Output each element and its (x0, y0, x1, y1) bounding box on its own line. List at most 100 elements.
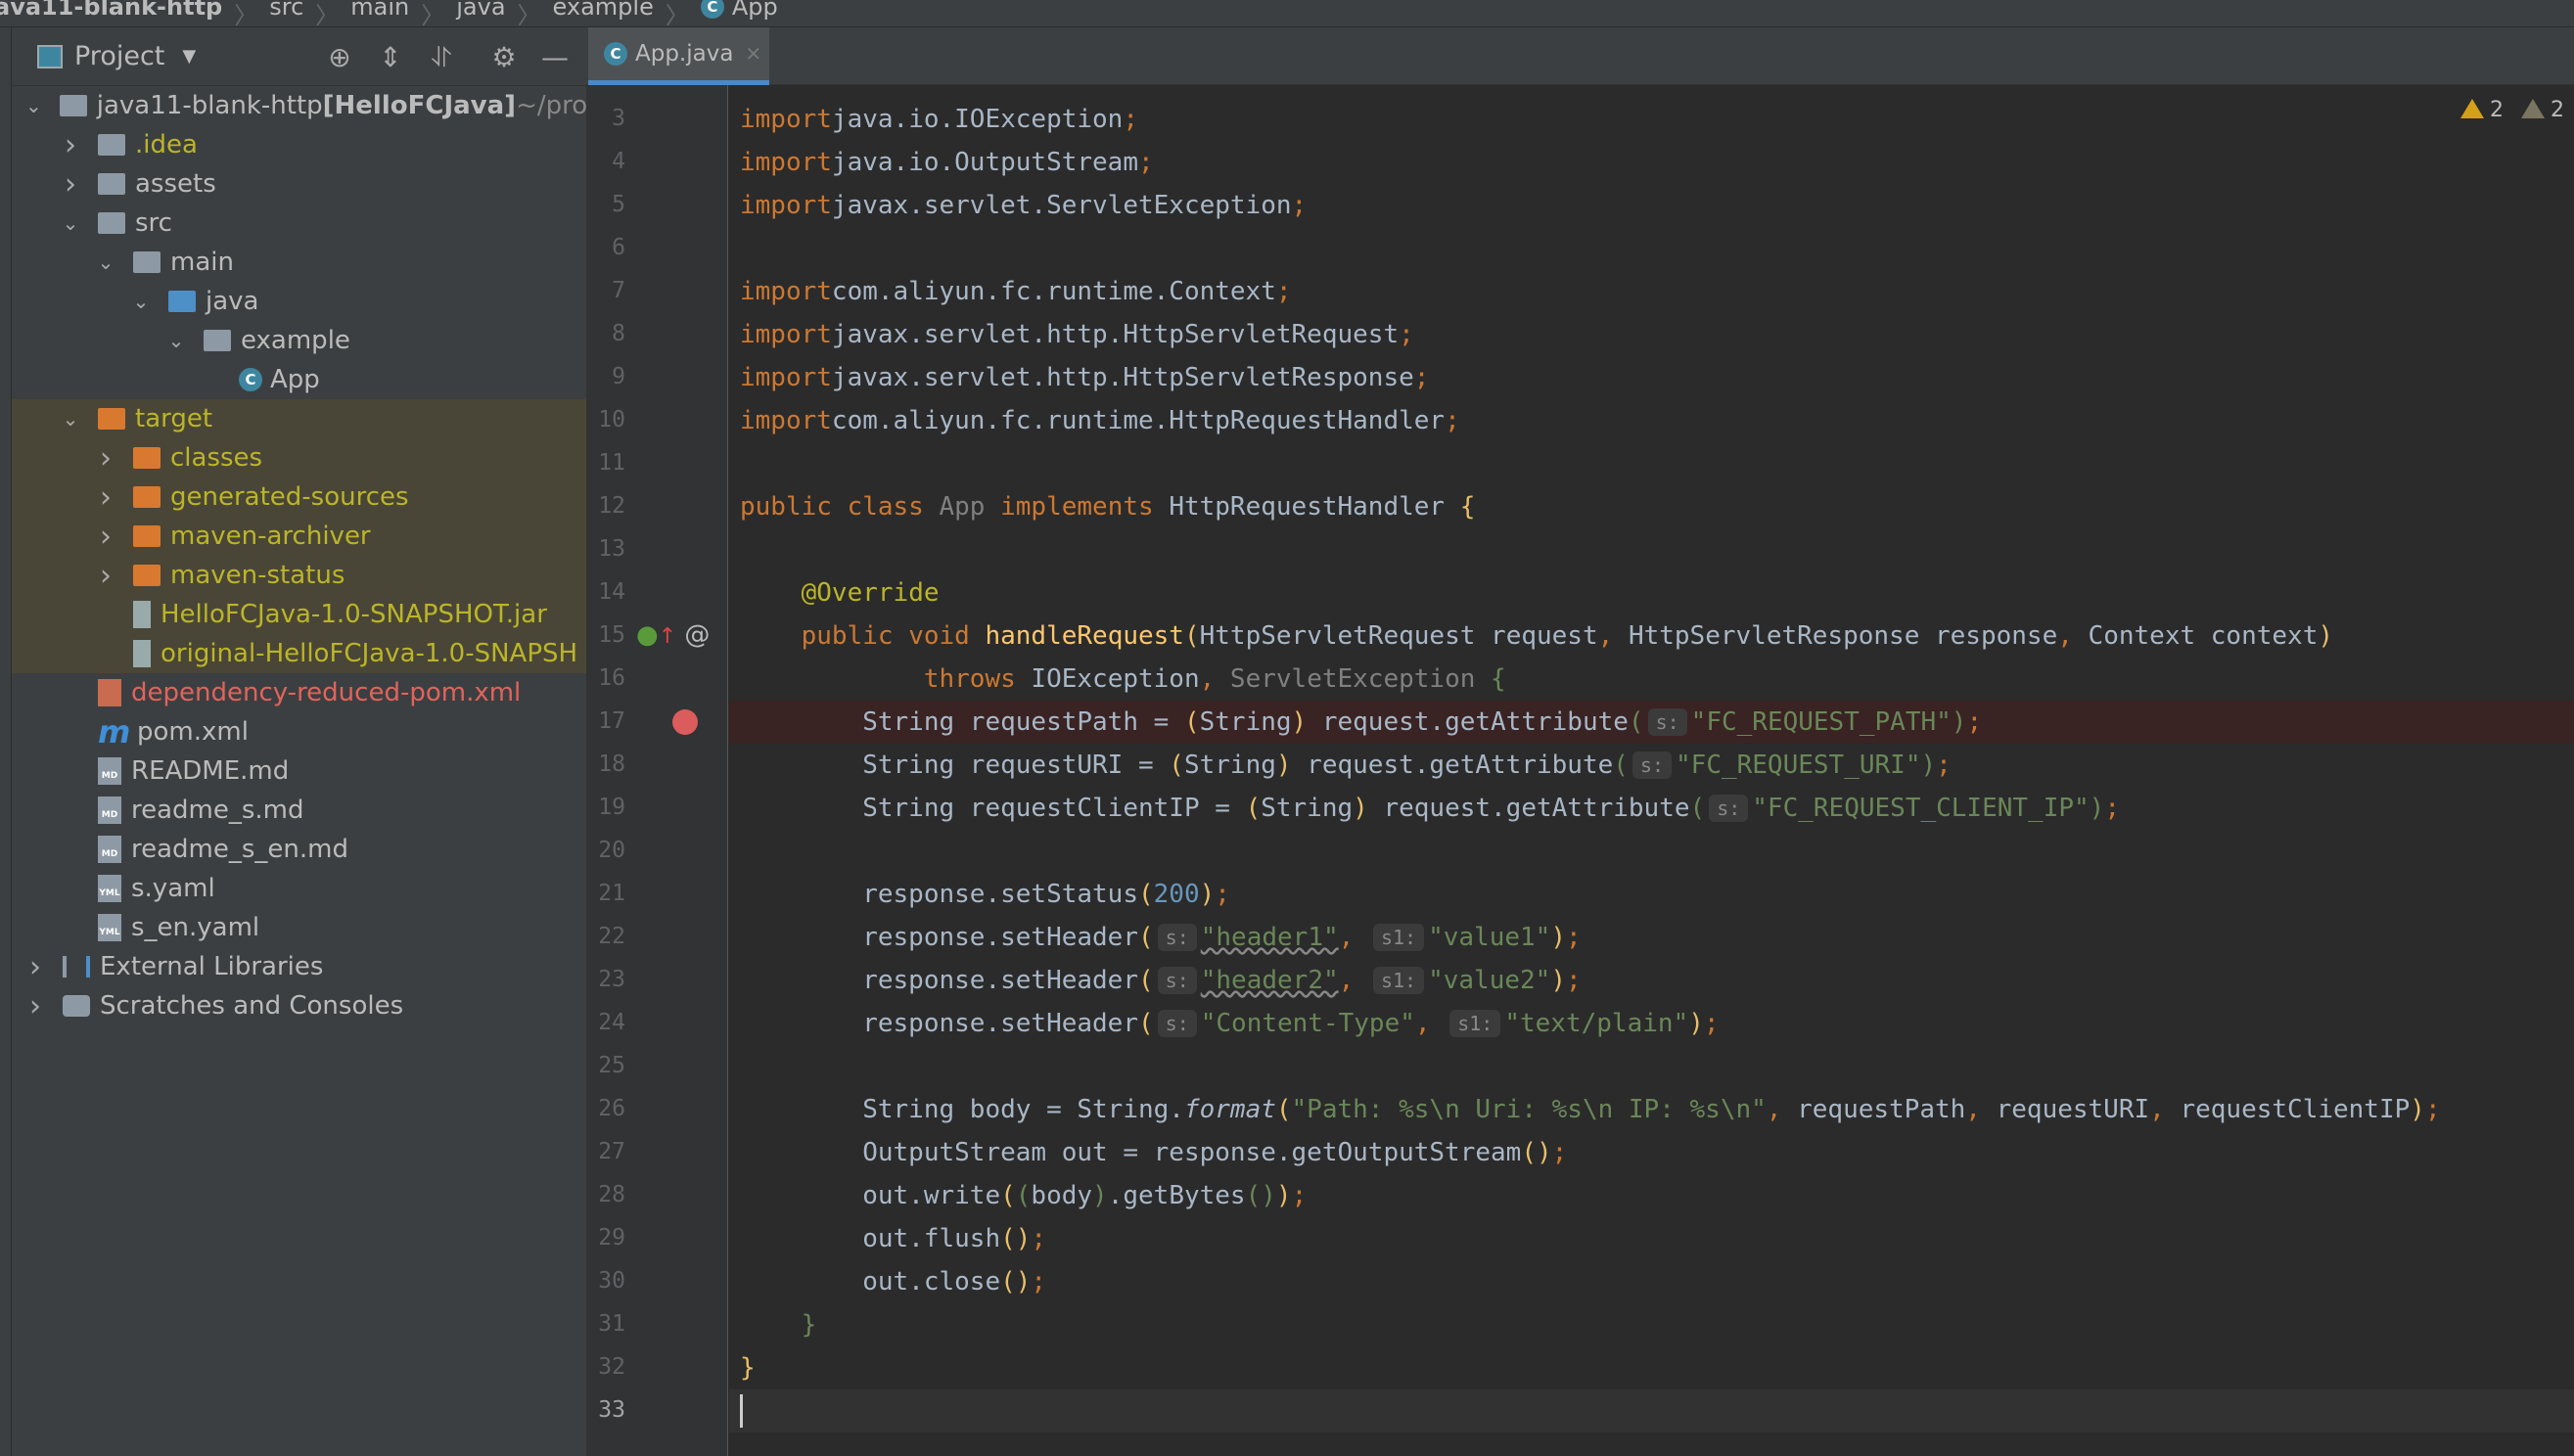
code-token: () (1000, 1224, 1032, 1253)
code-line[interactable]: importjavax.servlet.ServletException; (729, 184, 2574, 227)
tree-item[interactable]: MD README.md (12, 751, 586, 791)
code-line[interactable]: public class App implements HttpRequestH… (729, 485, 2574, 528)
chevron-right-icon[interactable]: › (25, 950, 45, 984)
weak-warning-count[interactable]: 2 (2521, 98, 2564, 122)
chevron-right-icon[interactable]: › (96, 559, 115, 593)
tree-item-label: HelloFCJava-1.0-SNAPSHOT.jar (161, 600, 547, 629)
code-line[interactable] (729, 227, 2574, 270)
tree-item[interactable]: › generated-sources (12, 478, 586, 517)
implements-method-icon[interactable]: ●↑ @ (636, 620, 710, 650)
tree-item[interactable]: ⌄ main (12, 243, 586, 282)
code-line[interactable]: response.setHeader(s: "Content-Type", s1:… (729, 1002, 2574, 1045)
code-line[interactable]: throws IOException, ServletException { (729, 658, 2574, 701)
breadcrumb-item[interactable]: src (269, 0, 303, 21)
code-line[interactable]: } (729, 1303, 2574, 1346)
code-line[interactable] (729, 1389, 2574, 1433)
tree-item[interactable]: ⌄ src (12, 204, 586, 243)
code-editor[interactable]: importjava.io.IOException; importjava.io.… (729, 85, 2574, 1456)
code-line[interactable]: String requestURI = (String) request.get… (729, 744, 2574, 787)
tree-item[interactable]: › maven-status (12, 556, 586, 595)
code-line[interactable]: response.setStatus(200); (729, 873, 2574, 916)
chevron-down-icon[interactable]: ⌄ (25, 94, 42, 117)
tree-item[interactable]: dependency-reduced-pom.xml (12, 673, 586, 712)
code-token: ( (1169, 751, 1184, 780)
scratches-icon (63, 995, 90, 1017)
tree-item[interactable]: YML s_en.yaml (12, 908, 586, 947)
breadcrumb-item[interactable]: example (553, 0, 654, 21)
code-line[interactable] (729, 1045, 2574, 1088)
tree-item[interactable]: › maven-archiver (12, 517, 586, 556)
chevron-right-icon[interactable]: › (96, 441, 115, 476)
tree-item[interactable]: › classes (12, 438, 586, 478)
locate-icon[interactable]: ⊕ (323, 41, 356, 73)
tree-item[interactable]: › Scratches and Consoles (12, 986, 586, 1025)
code-line[interactable]: public void handleRequest(HttpServletReq… (729, 614, 2574, 658)
tree-item[interactable]: ⌄ java (12, 282, 586, 321)
chevron-down-icon[interactable]: ⌄ (61, 211, 80, 235)
gear-icon[interactable]: ⚙ (487, 41, 521, 73)
parameter-hint: s: (1632, 751, 1673, 779)
tree-item[interactable]: › External Libraries (12, 947, 586, 986)
breadcrumb-item[interactable]: ava11-blank-http (0, 0, 222, 21)
tree-item[interactable]: m pom.xml (12, 712, 586, 751)
chevron-right-icon[interactable]: › (61, 167, 80, 202)
code-line[interactable] (729, 442, 2574, 485)
code-token: out.flush (740, 1224, 1001, 1253)
code-line[interactable]: response.setHeader(s: "header1", s1: "valu… (729, 916, 2574, 959)
code-line[interactable]: } (729, 1346, 2574, 1389)
tree-item[interactable]: MD readme_s.md (12, 791, 586, 830)
collapse-all-icon[interactable]: ⥯ (425, 41, 458, 74)
minimize-icon[interactable]: — (538, 41, 572, 73)
code-token: import (740, 191, 832, 220)
tree-item[interactable]: MD readme_s_en.md (12, 830, 586, 869)
code-token: ) (1920, 751, 1937, 780)
breakpoint-icon[interactable] (672, 709, 698, 735)
tree-item[interactable]: ⌄ target (12, 399, 586, 438)
chevron-down-icon[interactable]: ⌄ (131, 290, 151, 313)
code-line[interactable]: @Override (729, 571, 2574, 614)
breadcrumb-item[interactable]: C App (700, 0, 778, 21)
close-icon[interactable]: ✕ (745, 42, 761, 66)
chevron-down-icon[interactable]: ⌄ (96, 250, 115, 274)
code-line[interactable] (729, 830, 2574, 873)
code-line[interactable] (729, 528, 2574, 571)
tree-item[interactable]: HelloFCJava-1.0-SNAPSHOT.jar (12, 595, 586, 634)
tree-item[interactable]: › assets (12, 164, 586, 204)
project-view-selector[interactable]: Project ▼ (37, 41, 196, 71)
tab-app-java[interactable]: C App.java ✕ (588, 27, 769, 85)
tree-item[interactable]: original-HelloFCJava-1.0-SNAPSH (12, 634, 586, 673)
tree-item[interactable]: YML s.yaml (12, 869, 586, 908)
tree-item-label: External Libraries (100, 952, 324, 981)
expand-all-icon[interactable]: ⇕ (374, 41, 407, 73)
chevron-down-icon[interactable]: ⌄ (166, 329, 186, 352)
code-line[interactable]: out.close(); (729, 1260, 2574, 1303)
chevron-down-icon[interactable]: ⌄ (61, 407, 80, 431)
code-line[interactable]: String body = String.format("Path: %s\n … (729, 1088, 2574, 1131)
code-line[interactable]: out.flush(); (729, 1217, 2574, 1260)
tree-item[interactable]: ⌄ java11-blank-http [HelloFCJava] ~/proje (12, 86, 586, 125)
inspection-widget[interactable]: 2 2 (2460, 98, 2564, 122)
code-line[interactable]: importcom.aliyun.fc.runtime.HttpRequestH… (729, 399, 2574, 442)
breadcrumb-item[interactable]: main (350, 0, 409, 21)
tree-item[interactable]: › .idea (12, 125, 586, 164)
code-line[interactable]: importjava.io.OutputStream; (729, 141, 2574, 184)
code-line[interactable]: OutputStream out = response.getOutputStr… (729, 1131, 2574, 1174)
warning-count[interactable]: 2 (2460, 98, 2504, 122)
code-line[interactable]: importjavax.servlet.http.HttpServletResp… (729, 356, 2574, 399)
code-line[interactable]: out.write((body).getBytes()); (729, 1174, 2574, 1217)
chevron-right-icon[interactable]: › (61, 128, 80, 162)
tree-item[interactable]: ⌄ example (12, 321, 586, 360)
breadcrumb-item[interactable]: java (456, 0, 505, 21)
code-line[interactable]: String requestPath = (String) request.ge… (729, 701, 2574, 744)
tree-item[interactable]: C App (12, 360, 586, 399)
code-line[interactable]: importcom.aliyun.fc.runtime.Context; (729, 270, 2574, 313)
chevron-right-icon[interactable]: › (25, 989, 45, 1024)
code-line[interactable]: importjavax.servlet.http.HttpServletRequ… (729, 313, 2574, 356)
code-line[interactable]: response.setHeader(s: "header2", s1: "valu… (729, 959, 2574, 1002)
code-line[interactable]: String requestClientIP = (String) reques… (729, 787, 2574, 830)
code-line[interactable]: importjava.io.IOException; (729, 98, 2574, 141)
chevron-right-icon[interactable]: › (96, 520, 115, 554)
chevron-right-icon[interactable]: › (96, 480, 115, 515)
code-token: request.getAttribute (1367, 794, 1690, 823)
